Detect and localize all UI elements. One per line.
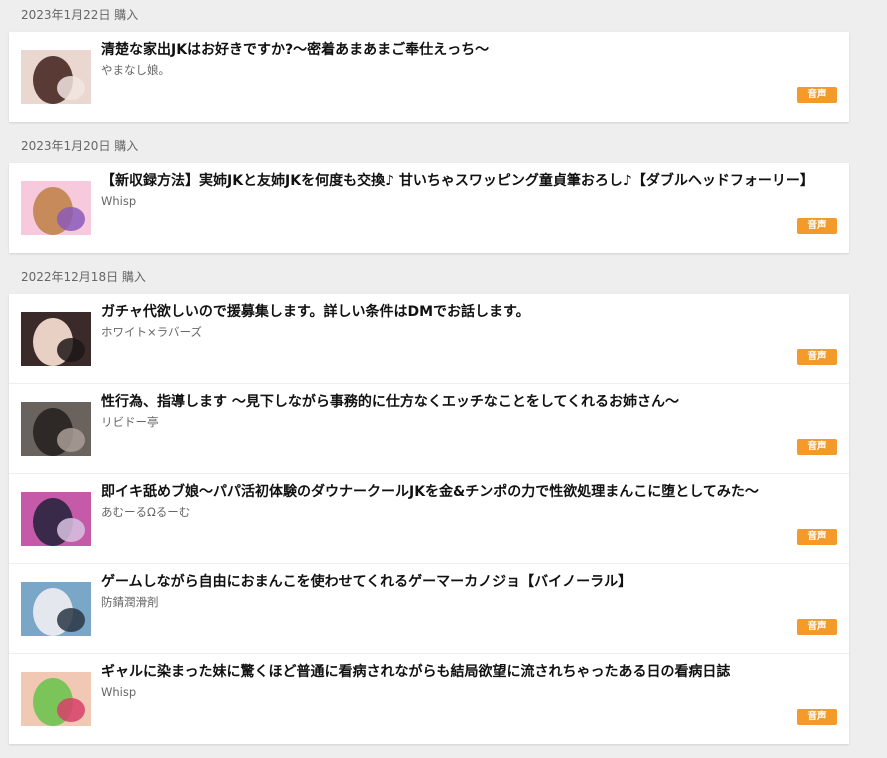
thumbnail-art xyxy=(21,582,91,636)
thumbnail-art xyxy=(21,672,91,726)
thumbnail-art xyxy=(21,492,91,546)
list-item[interactable]: 性行為、指導します 〜見下しながら事務的に仕方なくエッチなことをしてくれるお姉さ… xyxy=(9,384,849,474)
purchase-date: 2023年1月22日 購入 xyxy=(21,8,139,22)
thumbnail-highlight xyxy=(57,428,85,452)
work-title[interactable]: ガチャ代欲しいので援募集します。詳しい条件はDMでお話します。 xyxy=(101,303,831,321)
voice-badge: 音声 xyxy=(797,349,837,365)
work-title[interactable]: ゲームしながら自由におまんこを使わせてくれるゲーマーカノジョ【バイノーラル】 xyxy=(101,573,831,591)
list-item[interactable]: 清楚な家出JKはお好きですか?〜密着あまあまご奉仕えっち〜 やまなし娘。 音声 xyxy=(9,32,849,122)
purchase-date: 2022年12月18日 購入 xyxy=(21,270,146,284)
thumbnail-art xyxy=(21,181,91,235)
circle-name[interactable]: 防錆潤滑剤 xyxy=(101,595,159,609)
thumbnail-highlight xyxy=(57,608,85,632)
purchase-card: 清楚な家出JKはお好きですか?〜密着あまあまご奉仕えっち〜 やまなし娘。 音声 xyxy=(9,32,849,122)
work-thumbnail[interactable] xyxy=(21,672,91,726)
work-thumbnail[interactable] xyxy=(21,50,91,104)
list-item[interactable]: ガチャ代欲しいので援募集します。詳しい条件はDMでお話します。 ホワイト×ラバー… xyxy=(9,294,849,384)
thumbnail-art xyxy=(21,312,91,366)
voice-badge: 音声 xyxy=(797,87,837,103)
purchase-date: 2023年1月20日 購入 xyxy=(21,139,139,153)
thumbnail-highlight xyxy=(57,76,85,100)
purchase-history-page: 2023年1月22日 購入 清楚な家出JKはお好きですか?〜密着あまあまご奉仕え… xyxy=(0,0,887,758)
work-thumbnail[interactable] xyxy=(21,582,91,636)
circle-name[interactable]: あむーるΩるーむ xyxy=(101,505,190,519)
voice-badge: 音声 xyxy=(797,709,837,725)
work-title[interactable]: 清楚な家出JKはお好きですか?〜密着あまあまご奉仕えっち〜 xyxy=(101,41,831,59)
work-thumbnail[interactable] xyxy=(21,181,91,235)
purchase-card: ガチャ代欲しいので援募集します。詳しい条件はDMでお話します。 ホワイト×ラバー… xyxy=(9,294,849,744)
circle-name[interactable]: やまなし娘。 xyxy=(101,63,170,77)
work-thumbnail[interactable] xyxy=(21,402,91,456)
circle-name[interactable]: Whisp xyxy=(101,685,136,699)
circle-name[interactable]: リビドー亭 xyxy=(101,415,159,429)
voice-badge: 音声 xyxy=(797,529,837,545)
circle-name[interactable]: Whisp xyxy=(101,194,136,208)
purchase-card: 【新収録方法】実姉JKと友姉JKを何度も交換♪ 甘いちゃスワッピング童貞筆おろし… xyxy=(9,163,849,253)
list-item[interactable]: ゲームしながら自由におまんこを使わせてくれるゲーマーカノジョ【バイノーラル】 防… xyxy=(9,564,849,654)
list-item[interactable]: 【新収録方法】実姉JKと友姉JKを何度も交換♪ 甘いちゃスワッピング童貞筆おろし… xyxy=(9,163,849,253)
work-title[interactable]: ギャルに染まった妹に驚くほど普通に看病されながらも結局欲望に流されちゃったある日… xyxy=(101,663,831,681)
list-item[interactable]: 即イキ舐めブ娘〜パパ活初体験のダウナークールJKを金&チンポの力で性欲処理まんこ… xyxy=(9,474,849,564)
thumbnail-art xyxy=(21,50,91,104)
voice-badge: 音声 xyxy=(797,619,837,635)
work-title[interactable]: 【新収録方法】実姉JKと友姉JKを何度も交換♪ 甘いちゃスワッピング童貞筆おろし… xyxy=(101,172,831,190)
thumbnail-highlight xyxy=(57,338,85,362)
thumbnail-highlight xyxy=(57,207,85,231)
work-thumbnail[interactable] xyxy=(21,312,91,366)
thumbnail-highlight xyxy=(57,518,85,542)
list-item[interactable]: ギャルに染まった妹に驚くほど普通に看病されながらも結局欲望に流されちゃったある日… xyxy=(9,654,849,744)
thumbnail-art xyxy=(21,402,91,456)
circle-name[interactable]: ホワイト×ラバーズ xyxy=(101,325,202,339)
work-title[interactable]: 即イキ舐めブ娘〜パパ活初体験のダウナークールJKを金&チンポの力で性欲処理まんこ… xyxy=(101,483,831,501)
voice-badge: 音声 xyxy=(797,439,837,455)
work-thumbnail[interactable] xyxy=(21,492,91,546)
voice-badge: 音声 xyxy=(797,218,837,234)
thumbnail-highlight xyxy=(57,698,85,722)
work-title[interactable]: 性行為、指導します 〜見下しながら事務的に仕方なくエッチなことをしてくれるお姉さ… xyxy=(101,393,831,411)
